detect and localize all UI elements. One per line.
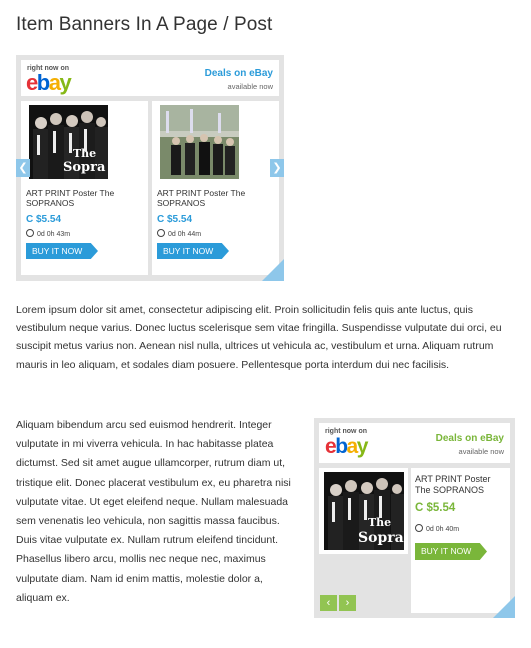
item-details[interactable]: ART PRINT Poster The SOPRANOS C $5.54 0d… xyxy=(411,468,510,613)
item-image[interactable]: The Sopra xyxy=(324,472,404,550)
clock-icon xyxy=(415,524,423,532)
right-now-label: right now on xyxy=(325,428,367,435)
page-title: Item Banners In A Page / Post xyxy=(16,14,273,35)
item-title[interactable]: ART PRINT Poster The SOPRANOS xyxy=(26,188,141,208)
item-timer: 0d 0h 43m xyxy=(26,229,70,238)
banner-header: right now on ebay Deals on eBay availabl… xyxy=(319,423,510,463)
clock-icon xyxy=(26,229,34,237)
item-card[interactable]: The Sopra ART PRINT Poster The SOPRANOS … xyxy=(21,101,148,275)
corner-tab-icon[interactable] xyxy=(493,596,515,618)
body-paragraph-1: Lorem ipsum dolor sit amet, consectetur … xyxy=(16,304,502,371)
item-image[interactable]: The Sopra xyxy=(29,105,108,179)
chevron-left-icon[interactable]: ‹ xyxy=(320,595,337,611)
ebay-banner-wide: right now on ebay Deals on eBay availabl… xyxy=(16,55,284,281)
item-timer: 0d 0h 40m xyxy=(415,524,459,533)
svg-text:Sopra: Sopra xyxy=(63,160,106,175)
banner-header: right now on ebay Deals on eBay availabl… xyxy=(21,60,279,96)
item-image-frame[interactable]: The Sopra xyxy=(319,468,408,554)
ebay-logo[interactable]: ebay xyxy=(26,72,72,94)
chevron-right-icon[interactable]: › xyxy=(339,595,356,611)
ebay-banner-compact: right now on ebay Deals on eBay availabl… xyxy=(314,418,515,618)
available-now-label: available now xyxy=(458,447,504,456)
item-timer: 0d 0h 44m xyxy=(157,229,201,238)
corner-tab-icon[interactable] xyxy=(262,259,284,281)
buy-it-now-button[interactable]: BUY IT NOW xyxy=(157,243,229,259)
svg-text:The: The xyxy=(73,147,96,160)
chevron-right-icon[interactable]: ❯ xyxy=(270,159,284,177)
chevron-left-icon[interactable]: ❮ xyxy=(16,159,30,177)
item-title[interactable]: ART PRINT Poster The SOPRANOS xyxy=(415,474,507,496)
item-price: C $5.54 xyxy=(26,214,62,225)
deals-title[interactable]: Deals on eBay xyxy=(436,433,504,444)
available-now-label: available now xyxy=(227,82,273,91)
svg-text:Sopra: Sopra xyxy=(358,530,404,546)
item-price: C $5.54 xyxy=(157,214,193,225)
buy-it-now-button[interactable]: BUY IT NOW xyxy=(26,243,98,259)
deals-title[interactable]: Deals on eBay xyxy=(205,68,273,79)
clock-icon xyxy=(157,229,165,237)
ebay-logo[interactable]: ebay xyxy=(325,436,368,457)
svg-text:The: The xyxy=(368,516,391,529)
buy-it-now-button[interactable]: BUY IT NOW xyxy=(415,543,487,560)
body-paragraph-2: Aliquam bibendum arcu sed euismod hendre… xyxy=(16,419,291,604)
item-card[interactable]: ART PRINT Poster The SOPRANOS C $5.54 0d… xyxy=(152,101,279,275)
item-title[interactable]: ART PRINT Poster The SOPRANOS xyxy=(157,188,272,208)
item-price: C $5.54 xyxy=(415,502,456,514)
item-image[interactable] xyxy=(160,105,239,179)
